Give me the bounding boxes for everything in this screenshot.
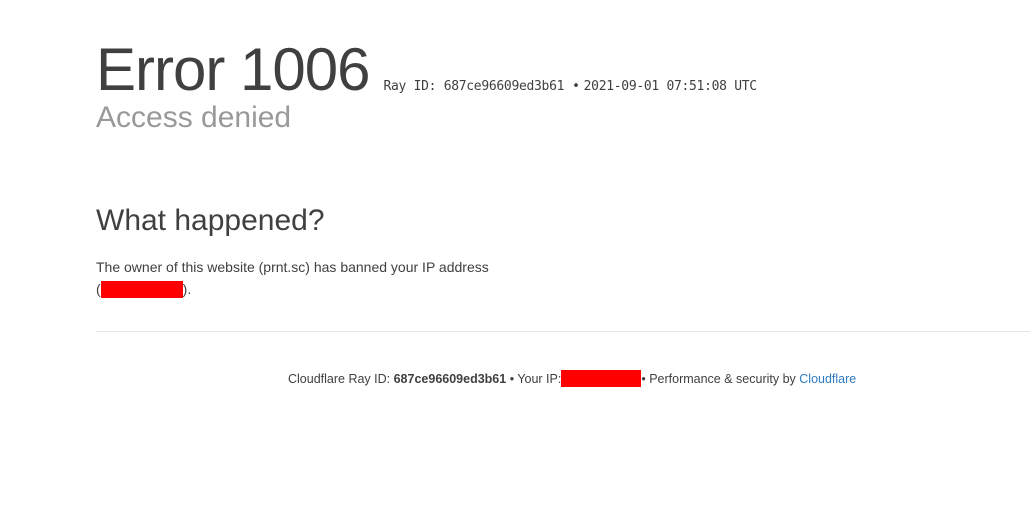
error-code-title: Error 1006 — [96, 36, 370, 103]
footer-ray-label: Cloudflare Ray ID: — [288, 372, 394, 386]
footer-inner: Cloudflare Ray ID: 687ce96609ed3b61 • Yo… — [288, 369, 856, 387]
footer-redacted-ip — [561, 369, 642, 387]
what-happened-heading: What happened? — [96, 204, 325, 237]
paren-close: ). — [182, 281, 192, 297]
ray-meta: Ray ID: 687ce96609ed3b61 • 2021-09-01 07:5… — [383, 79, 757, 94]
error-header: Error 1006 Ray ID: 687ce96609ed3b61 • 2021… — [96, 34, 757, 136]
timestamp: 2021-09-01 07:51:08 UTC — [583, 79, 757, 94]
ray-id-text: Ray ID: 687ce96609ed3b61 — [383, 79, 565, 94]
title-row: Error 1006 Ray ID: 687ce96609ed3b61 • 2021… — [96, 34, 757, 106]
footer-ray-id: 687ce96609ed3b61 — [393, 372, 507, 386]
ray-bullet: • — [572, 79, 580, 94]
ban-message-text: The owner of this website (prnt.sc) has … — [96, 259, 489, 275]
error-page: Error 1006 Ray ID: 687ce96609ed3b61 • 2021… — [0, 0, 1030, 517]
error-subtitle: Access denied — [96, 101, 292, 134]
redacted-ip — [100, 280, 183, 298]
footer-ip-label: Your IP: — [517, 372, 562, 386]
cloudflare-link[interactable]: Cloudflare — [799, 372, 856, 386]
ban-message: The owner of this website (prnt.sc) has … — [96, 256, 536, 300]
divider — [96, 331, 1030, 332]
footer-separator-1: • — [506, 372, 518, 386]
footer-perf-label: Performance & security by — [649, 372, 800, 386]
